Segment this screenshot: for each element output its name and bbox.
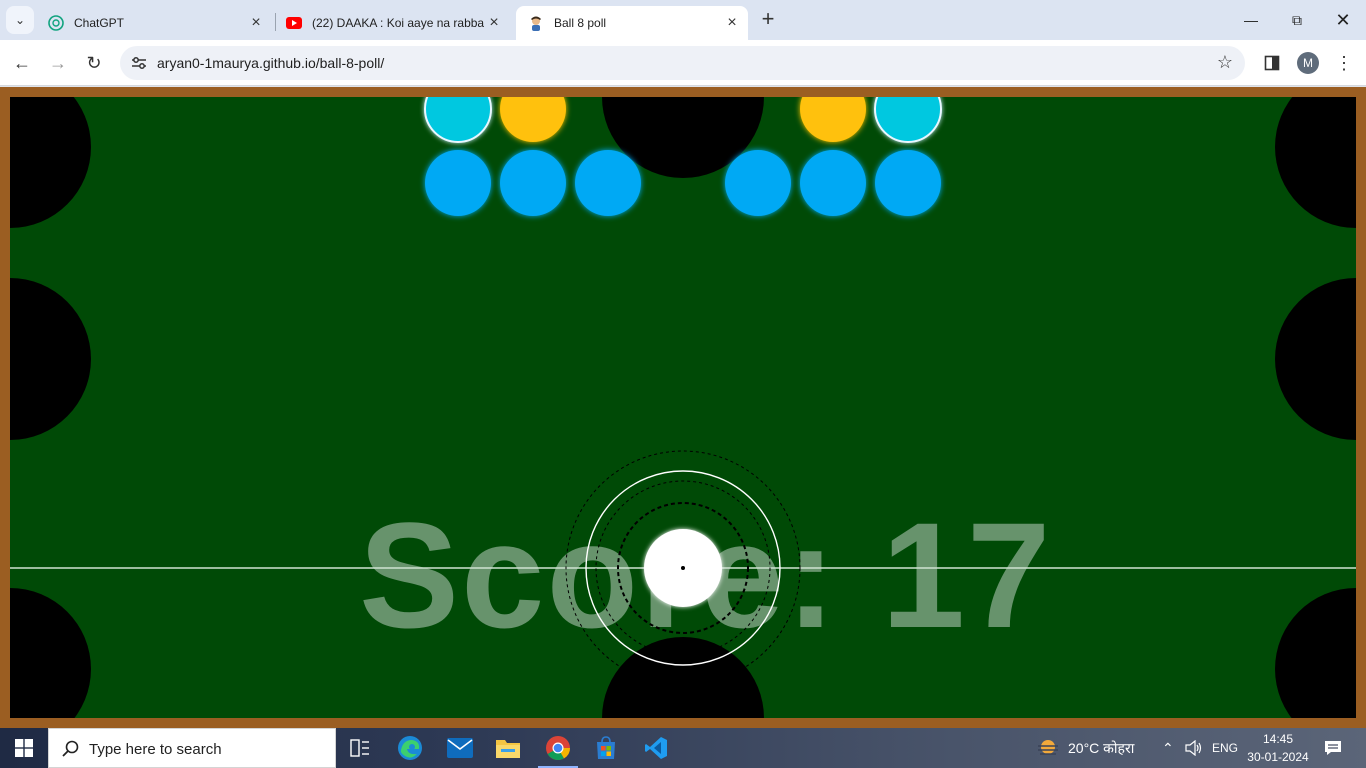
avatar-icon <box>528 15 544 31</box>
site-info-icon[interactable] <box>128 52 150 74</box>
close-tab-icon[interactable]: × <box>246 13 266 33</box>
file-explorer-app[interactable] <box>484 728 532 768</box>
close-icon: ✕ <box>1335 9 1351 30</box>
chatgpt-icon <box>48 15 64 31</box>
table-felt[interactable]: Score: 17 <box>10 97 1356 718</box>
mail-icon <box>447 738 473 758</box>
score-display: Score: 17 <box>359 491 1053 659</box>
pocket-middle-right <box>1275 278 1356 440</box>
search-icon <box>62 740 79 757</box>
chrome-icon <box>546 736 570 761</box>
folder-icon <box>496 740 520 758</box>
mail-app[interactable] <box>436 728 484 768</box>
pool-table: Score: 17 <box>0 87 1366 728</box>
store-app[interactable] <box>582 728 630 768</box>
back-button[interactable]: ← <box>9 50 35 76</box>
close-tab-icon[interactable]: × <box>722 13 742 33</box>
task-view-icon <box>350 739 369 757</box>
restore-button[interactable]: ⧉ <box>1274 6 1320 34</box>
chevron-up-icon: ⌃ <box>1162 739 1174 756</box>
reload-button[interactable]: ↻ <box>81 50 107 76</box>
edge-icon <box>398 736 422 760</box>
taskbar-search[interactable]: Type here to search <box>48 728 336 768</box>
tab-ball-8-poll[interactable]: Ball 8 poll × <box>516 6 748 40</box>
clock[interactable]: 14:45 30-01-2024 <box>1246 728 1310 768</box>
minimize-button[interactable]: — <box>1228 6 1274 34</box>
start-button[interactable] <box>0 728 48 768</box>
close-window-button[interactable]: ✕ <box>1320 6 1366 34</box>
address-bar[interactable]: aryan0-1maurya.github.io/ball-8-poll/ ☆ <box>120 46 1245 80</box>
ball-blue[interactable] <box>725 150 791 216</box>
ball-blue[interactable] <box>500 150 566 216</box>
edge-app[interactable] <box>386 728 434 768</box>
ball-yellow[interactable] <box>800 97 866 142</box>
weather-widget[interactable]: 20°C कोहरा <box>1036 728 1134 768</box>
tab-title: Ball 8 poll <box>554 16 607 30</box>
profile-button[interactable]: M <box>1295 50 1321 76</box>
clock-date: 30-01-2024 <box>1247 750 1309 764</box>
ball-cyan[interactable] <box>424 97 492 143</box>
notifications-button[interactable] <box>1320 728 1346 768</box>
pocket-bottom-left <box>10 588 91 718</box>
kebab-menu-icon: ⋮ <box>1335 52 1353 73</box>
tab-chatgpt[interactable]: ChatGPT × <box>36 6 272 40</box>
ball-blue[interactable] <box>575 150 641 216</box>
ball-cyan[interactable] <box>874 97 942 143</box>
new-tab-button[interactable]: + <box>756 8 780 32</box>
speaker-icon <box>1185 740 1202 756</box>
pocket-middle-left <box>10 278 91 440</box>
tab-title: (22) DAAKA : Koi aaye na rabba <box>312 16 484 30</box>
close-tab-icon[interactable]: × <box>484 13 504 33</box>
minimize-icon: — <box>1244 12 1258 28</box>
browser-toolbar: ← → ↻ aryan0-1maurya.github.io/ball-8-po… <box>0 40 1366 86</box>
ball-blue[interactable] <box>800 150 866 216</box>
vscode-icon <box>645 737 667 759</box>
notification-icon <box>1325 741 1341 755</box>
volume-button[interactable] <box>1185 728 1203 768</box>
clock-time: 14:45 <box>1262 732 1294 746</box>
plus-icon: + <box>761 6 775 31</box>
task-view-button[interactable] <box>336 728 384 768</box>
tab-search-button[interactable]: ⌄ <box>6 6 34 34</box>
url-text: aryan0-1maurya.github.io/ball-8-poll/ <box>157 55 385 71</box>
windows-taskbar: Type here to search 20°C कोहरा ⌃ ENG 14:… <box>0 728 1366 768</box>
show-hidden-icons-button[interactable]: ⌃ <box>1162 728 1174 768</box>
windows-logo-icon <box>15 739 33 757</box>
chrome-app[interactable] <box>534 728 582 768</box>
tab-title: ChatGPT <box>74 16 125 30</box>
restore-icon: ⧉ <box>1292 11 1302 28</box>
ball-blue[interactable] <box>875 150 941 216</box>
forward-button[interactable]: → <box>45 50 71 76</box>
arrow-left-icon: ← <box>13 52 31 73</box>
chevron-down-icon: ⌄ <box>14 13 26 27</box>
pocket-bottom-right <box>1275 588 1356 718</box>
store-icon <box>597 736 615 759</box>
weather-fog-icon <box>1038 740 1058 755</box>
ball-yellow[interactable] <box>500 97 566 142</box>
reload-icon: ↻ <box>86 52 102 73</box>
weather-text: 20°C कोहरा <box>1068 739 1135 756</box>
vscode-app[interactable] <box>632 728 680 768</box>
tab-strip: ⌄ ChatGPT × (22) DAAKA : Koi aaye na rab… <box>0 0 1366 40</box>
ball-blue[interactable] <box>425 150 491 216</box>
menu-button[interactable]: ⋮ <box>1331 50 1357 76</box>
search-placeholder: Type here to search <box>89 741 222 758</box>
avatar: M <box>1297 52 1319 74</box>
language-indicator[interactable]: ENG <box>1212 728 1238 768</box>
youtube-icon <box>286 15 302 31</box>
tab-youtube[interactable]: (22) DAAKA : Koi aaye na rabba × <box>274 6 510 40</box>
pocket-top-left <box>10 97 91 228</box>
bookmark-star-icon[interactable]: ☆ <box>1217 52 1233 73</box>
side-panel-button[interactable] <box>1259 50 1285 76</box>
pocket-top-right <box>1275 97 1356 228</box>
arrow-right-icon: → <box>49 52 67 73</box>
side-panel-icon <box>1264 55 1280 71</box>
